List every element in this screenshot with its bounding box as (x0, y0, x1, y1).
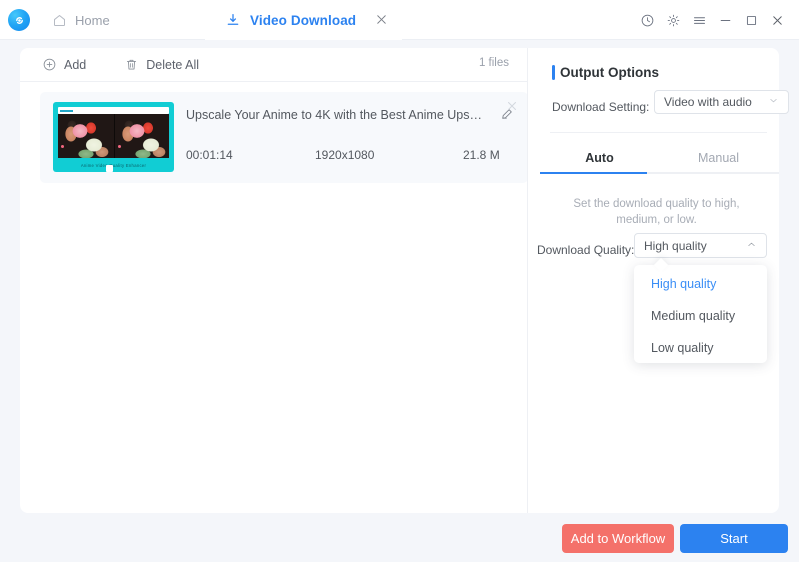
quality-option-high[interactable]: High quality (634, 271, 767, 297)
close-icon[interactable] (764, 7, 790, 33)
download-quality-dropdown: High quality Medium quality Low quality (634, 257, 767, 363)
history-icon[interactable] (634, 7, 660, 33)
maximize-icon[interactable] (738, 7, 764, 33)
app-logo-icon (8, 9, 30, 31)
quality-hint-text: Set the download quality to high, medium… (573, 198, 740, 226)
file-duration: 00:01:14 (186, 148, 233, 162)
download-quality-label: Download Quality: (537, 243, 635, 257)
output-options-title: Output Options (560, 65, 659, 80)
start-button[interactable]: Start (680, 524, 788, 553)
thumbnail-frame-before (58, 114, 114, 158)
thumbnail-browser-bar (58, 107, 169, 114)
home-icon (52, 13, 67, 28)
download-quality-value: High quality (644, 238, 707, 253)
download-quality-select[interactable]: High quality (634, 233, 767, 258)
settings-icon[interactable] (660, 7, 686, 33)
output-options-pane: Output Options Download Setting: Video w… (528, 48, 789, 513)
file-resolution: 1920x1080 (315, 148, 375, 162)
remove-file-icon[interactable] (505, 99, 519, 113)
add-button[interactable]: Add (42, 57, 86, 72)
tab-label: Video Download (250, 12, 357, 28)
mode-tabs: Auto Manual (540, 144, 779, 174)
application-window: Home Video Download Add Delete All 1 fil… (0, 0, 799, 562)
tab-auto[interactable]: Auto (540, 144, 659, 172)
delete-all-label: Delete All (146, 57, 200, 72)
quality-option-medium[interactable]: Medium quality (634, 303, 767, 329)
plus-circle-icon (42, 57, 57, 72)
window-controls (634, 0, 790, 40)
download-setting-label: Download Setting: (552, 100, 650, 114)
thumbnail-dots (60, 109, 73, 112)
section-accent-bar (552, 65, 555, 80)
thumbnail-marker (61, 145, 64, 148)
download-setting-value: Video with audio (664, 95, 752, 109)
thumbnail-compare-handle (106, 165, 113, 172)
thumbnail-caption: Anime Video Quality Enhancer (80, 163, 147, 168)
mode-tabs-indicator (540, 172, 647, 174)
menu-icon[interactable] (686, 7, 712, 33)
tab-video-download[interactable]: Video Download (205, 0, 402, 40)
file-title: Upscale Your Anime to 4K with the Best A… (186, 108, 486, 122)
file-size: 21.8 M (463, 148, 500, 162)
file-list-pane: Add Delete All 1 files Anime Video Quali… (20, 48, 528, 513)
section-divider (550, 132, 767, 133)
download-icon (225, 12, 241, 28)
list-toolbar: Add Delete All 1 files (20, 48, 527, 82)
delete-all-button[interactable]: Delete All (124, 57, 199, 72)
tab-manual[interactable]: Manual (659, 144, 778, 172)
thumbnail-frame-after (113, 114, 169, 158)
trash-icon (124, 57, 139, 72)
tab-active-underline (205, 39, 402, 40)
files-count: 1 files (478, 57, 509, 69)
add-button-label: Add (64, 57, 87, 72)
file-list-item[interactable]: Anime Video Quality Enhancer Upscale You… (40, 92, 528, 183)
tab-close-icon[interactable] (374, 12, 389, 27)
add-to-workflow-button[interactable]: Add to Workflow (562, 524, 674, 553)
chevron-up-icon (746, 237, 757, 255)
dropdown-pointer (653, 257, 669, 273)
main-card: Add Delete All 1 files Anime Video Quali… (20, 48, 789, 513)
video-thumbnail: Anime Video Quality Enhancer (53, 102, 174, 172)
minimize-icon[interactable] (712, 7, 738, 33)
quality-option-low[interactable]: Low quality (634, 335, 767, 361)
download-setting-select[interactable]: Video with audio (654, 90, 789, 114)
chevron-down-icon (768, 93, 779, 111)
home-tab[interactable]: Home (38, 0, 126, 40)
thumbnail-frames (58, 114, 169, 158)
home-tab-label: Home (75, 12, 110, 28)
thumbnail-marker (117, 145, 121, 148)
